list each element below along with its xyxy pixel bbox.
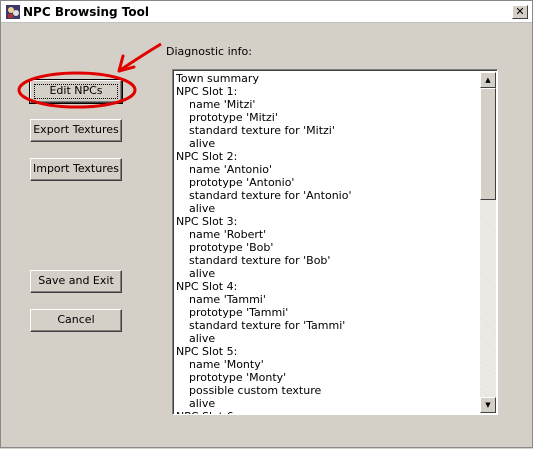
window-title: NPC Browsing Tool xyxy=(23,5,149,19)
list-item: alive xyxy=(189,332,216,345)
list-item: name 'Monty' xyxy=(189,358,264,371)
list-item: alive xyxy=(189,202,216,215)
list-item: standard texture for 'Mitzi' xyxy=(189,124,335,137)
scrollbar-thumb[interactable] xyxy=(480,88,496,200)
list-item: NPC Slot 1: xyxy=(176,85,238,98)
title-bar: NPC Browsing Tool ✕ xyxy=(1,1,532,23)
list-item: alive xyxy=(189,267,216,280)
save-and-exit-button[interactable]: Save and Exit xyxy=(30,270,122,293)
list-item: name 'Antonio' xyxy=(189,163,273,176)
diagnostic-lines: Town summary NPC Slot 1: name 'Mitzi' proto… xyxy=(176,72,482,414)
arrow-shaft xyxy=(118,42,162,73)
list-item: alive xyxy=(189,397,216,410)
list-item: NPC Slot 6: xyxy=(176,410,482,414)
edit-npcs-button[interactable]: Edit NPCs xyxy=(29,79,123,104)
list-item: alive xyxy=(189,137,216,150)
list-item: prototype 'Bob' xyxy=(189,241,274,254)
list-item: standard texture for 'Tammi' xyxy=(189,319,346,332)
list-item: NPC Slot 3: xyxy=(176,215,238,228)
diagnostic-info-list[interactable]: Town summary NPC Slot 1: name 'Mitzi' proto… xyxy=(172,69,498,415)
vertical-scrollbar[interactable]: ▲ ▼ xyxy=(480,72,496,413)
npc-browsing-tool-window: NPC Browsing Tool ✕ Edit NPCs Export Tex… xyxy=(0,0,533,448)
list-item: prototype 'Mitzi' xyxy=(189,111,278,124)
list-item: NPC Slot 4: xyxy=(176,280,238,293)
import-textures-button[interactable]: Import Textures xyxy=(30,158,122,181)
arrow-up-icon: ▲ xyxy=(485,76,491,84)
list-item: name 'Mitzi' xyxy=(189,98,256,111)
list-item: prototype 'Monty' xyxy=(189,371,287,384)
list-item: Town summary xyxy=(176,72,259,85)
diagnostic-info-label: Diagnostic info: xyxy=(166,45,252,58)
close-icon: ✕ xyxy=(515,5,525,18)
list-item: NPC Slot 5: xyxy=(176,345,238,358)
app-icon xyxy=(6,5,20,19)
list-item: possible custom texture xyxy=(189,384,322,397)
list-item: standard texture for 'Bob' xyxy=(189,254,331,267)
export-textures-button[interactable]: Export Textures xyxy=(30,119,122,142)
arrow-down-icon: ▼ xyxy=(485,401,491,409)
scroll-down-button[interactable]: ▼ xyxy=(480,397,496,413)
arrow-head xyxy=(117,54,136,73)
list-item: name 'Robert' xyxy=(189,228,267,241)
list-item: standard texture for 'Antonio' xyxy=(189,189,352,202)
list-item: name 'Tammi' xyxy=(189,293,266,306)
close-button[interactable]: ✕ xyxy=(512,5,528,19)
list-item: NPC Slot 2: xyxy=(176,150,238,163)
list-item: prototype 'Tammi' xyxy=(189,306,289,319)
scroll-up-button[interactable]: ▲ xyxy=(480,72,496,88)
cancel-button[interactable]: Cancel xyxy=(30,309,122,332)
list-item: prototype 'Antonio' xyxy=(189,176,295,189)
